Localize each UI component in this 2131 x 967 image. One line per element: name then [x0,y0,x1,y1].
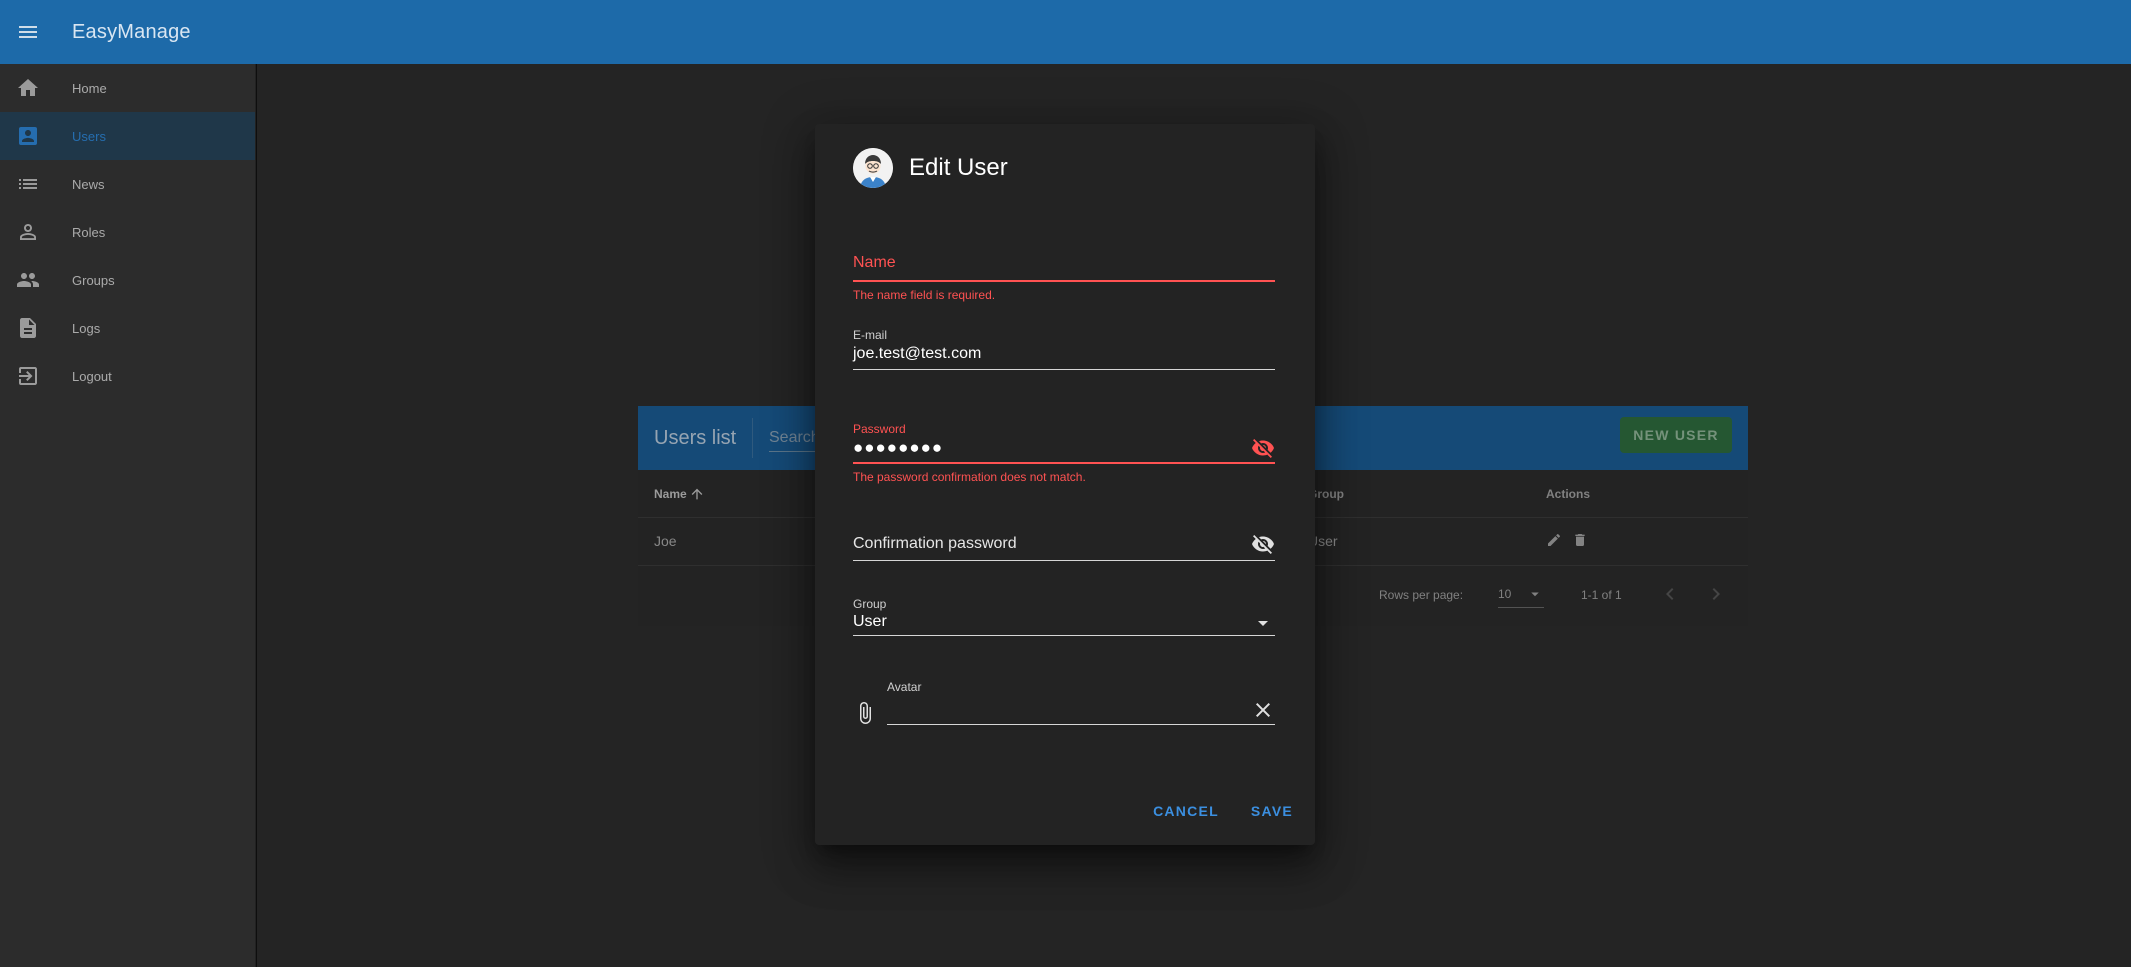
clear-close-icon[interactable] [1251,698,1275,722]
password-field-error: The password confirmation does not match… [853,470,1086,484]
confirmation-password-label: Confirmation password [853,535,1017,552]
confirmation-password-field[interactable]: Confirmation password [853,532,1275,561]
dialog-header: Edit User [853,148,1008,188]
name-field[interactable]: Name The name field is required. [853,250,1275,302]
app-title: EasyManage [72,20,191,43]
group-select-underline [853,635,1275,636]
password-field-underline [853,462,1275,464]
avatar [853,148,893,188]
dialog-actions: CANCEL SAVE [1149,795,1297,827]
app-bar: EasyManage [0,0,2131,64]
menu-button[interactable] [0,0,56,64]
password-field-value: ●●●●●●●● [853,438,944,457]
group-select[interactable]: Group User [853,597,1275,636]
password-field-label: Password [853,422,906,436]
avatar-file-input[interactable]: Avatar [853,680,1275,732]
visibility-off-icon[interactable] [1251,532,1275,556]
cancel-button[interactable]: CANCEL [1149,795,1223,827]
email-field-underline [853,369,1275,370]
visibility-off-icon[interactable] [1251,436,1275,460]
name-field-error: The name field is required. [853,288,996,302]
name-field-underline [853,280,1275,282]
user-avatar-icon [853,148,893,188]
dropdown-arrow-icon [1258,621,1268,626]
paperclip-icon[interactable] [853,701,877,725]
avatar-field-label: Avatar [887,680,922,694]
name-field-label: Name [853,254,896,271]
dialog-title: Edit User [909,154,1008,181]
save-button[interactable]: SAVE [1247,795,1297,827]
password-field[interactable]: Password ●●●●●●●● The password confirmat… [853,422,1275,484]
group-select-value: User [853,613,887,630]
email-field-value: joe.test@test.com [853,345,982,362]
confirmation-password-underline [853,560,1275,561]
group-select-label: Group [853,597,887,611]
avatar-field-underline [887,724,1275,725]
hamburger-menu-icon [19,26,37,38]
email-field[interactable]: E-mail joe.test@test.com [853,328,1275,370]
edit-user-dialog: Edit User Name The name field is require… [815,124,1315,845]
email-field-label: E-mail [853,328,888,342]
